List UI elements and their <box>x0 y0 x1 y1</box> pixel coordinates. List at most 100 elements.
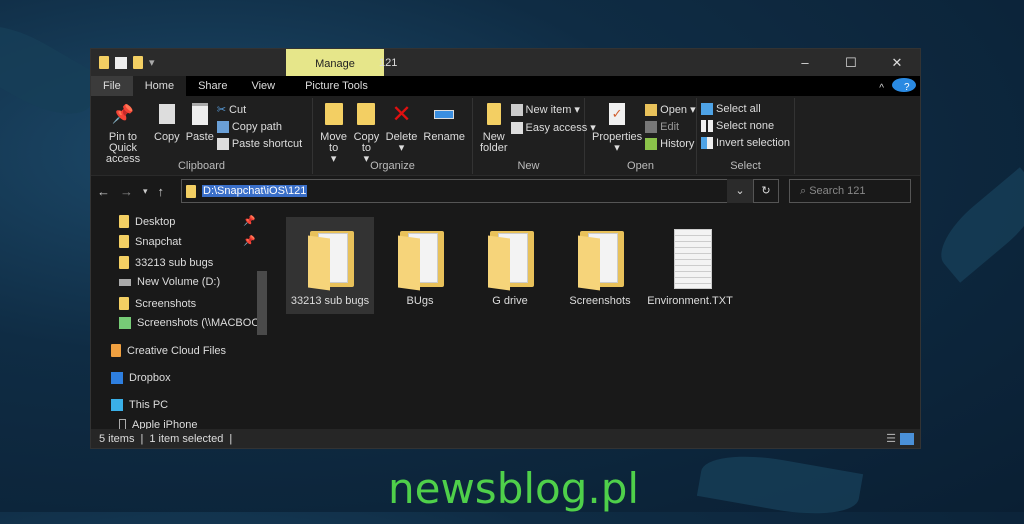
new-item-icon <box>510 103 523 116</box>
status-bar: 5 items | 1 item selected | ☰ <box>91 429 920 448</box>
copy-to-icon <box>355 102 377 126</box>
file-name: BUgs <box>406 295 434 307</box>
dropbox-icon <box>111 372 123 384</box>
sidebar-item[interactable]: New Volume (D:) <box>119 276 220 288</box>
search-input[interactable]: ⌕ Search 121 <box>789 179 911 203</box>
forward-button[interactable]: → <box>120 184 133 199</box>
select-none-button[interactable]: Select none <box>701 120 790 132</box>
file-item[interactable]: Environment.TXT <box>646 217 734 314</box>
cut-button[interactable]: ✂ Cut <box>216 103 302 117</box>
sidebar-scrollbar[interactable] <box>257 271 267 335</box>
copy-icon <box>156 102 178 126</box>
new-folder-icon[interactable] <box>133 56 143 69</box>
folder-icon <box>574 227 626 291</box>
pin-icon: 📌 <box>243 236 256 247</box>
open-group: ✓ Properties ▾ Open ▾ Edit History Open <box>585 98 697 174</box>
open-icon <box>645 103 658 116</box>
paste-shortcut-button[interactable]: Paste shortcut <box>216 138 302 150</box>
properties-check-icon: ✓ <box>606 102 628 126</box>
sidebar-item[interactable]: Creative Cloud Files <box>111 344 226 357</box>
network-drive-icon <box>119 317 131 329</box>
navigation-pane: Desktop 📌 Snapchat 📌 33213 sub bugs New … <box>91 209 271 431</box>
ribbon: 📌 Pin to Quick access Copy Paste ✂ Cut Cop… <box>91 96 920 176</box>
tab-file[interactable]: File <box>91 76 133 96</box>
sidebar-item[interactable]: 33213 sub bugs <box>119 256 213 269</box>
details-view-button[interactable]: ☰ <box>886 432 896 445</box>
title-bar: ▾ Manage 121 – ☐ ✕ <box>91 49 920 76</box>
text-file-icon <box>664 227 716 291</box>
new-item-button[interactable]: New item ▾ <box>510 103 596 116</box>
pin-icon: 📌 <box>111 103 135 124</box>
close-button[interactable]: ✕ <box>874 49 920 76</box>
history-button[interactable]: History <box>645 138 695 150</box>
refresh-button[interactable]: ↻ <box>753 179 779 203</box>
scissors-icon: ✂ <box>216 104 227 116</box>
large-icons-view-button[interactable] <box>900 432 914 445</box>
move-to-icon <box>323 102 345 126</box>
tab-view[interactable]: View <box>239 76 287 96</box>
file-explorer-window: ▾ Manage 121 – ☐ ✕ File Home Share View … <box>90 48 921 449</box>
sidebar-item[interactable]: Screenshots (\\MACBOOK <box>119 317 267 329</box>
select-group-label: Select <box>730 160 761 172</box>
clipboard-group: 📌 Pin to Quick access Copy Paste ✂ Cut Cop… <box>91 98 313 174</box>
minimize-button[interactable]: – <box>782 49 828 76</box>
item-count: 5 items <box>99 432 135 445</box>
file-name: G drive <box>492 295 528 307</box>
address-bar[interactable]: D:\Snapchat\iOS\121 <box>181 179 753 203</box>
address-dropdown-button[interactable]: ⌄ <box>727 179 753 203</box>
sidebar-item[interactable]: Desktop <box>119 215 175 228</box>
folder-icon <box>99 56 109 69</box>
select-group: Select all Select none Invert selection … <box>697 98 795 174</box>
paste-shortcut-icon <box>216 138 229 150</box>
clipboard-group-label: Clipboard <box>177 160 226 172</box>
creative-cloud-icon <box>111 344 121 357</box>
organize-group-label: Organize <box>370 160 415 172</box>
search-icon: ⌕ <box>800 185 810 197</box>
file-name: 33213 sub bugs <box>290 295 370 307</box>
drive-icon <box>119 278 131 286</box>
tab-picture-tools[interactable]: Picture Tools <box>293 76 380 96</box>
back-button[interactable]: ← <box>97 184 110 199</box>
help-icon[interactable]: ? <box>892 78 916 93</box>
delete-x-icon: ✕ <box>391 100 412 128</box>
pin-icon: 📌 <box>243 216 256 227</box>
open-button[interactable]: Open ▾ <box>645 103 696 116</box>
file-item[interactable]: G drive <box>466 217 554 314</box>
tab-share[interactable]: Share <box>186 76 239 96</box>
select-none-icon <box>701 120 713 132</box>
sidebar-item[interactable]: Snapchat <box>119 235 181 248</box>
address-path[interactable]: D:\Snapchat\iOS\121 <box>202 185 308 197</box>
file-item[interactable]: BUgs <box>376 217 464 314</box>
folder-icon <box>484 227 536 291</box>
new-group: New folder New item ▾ Easy access ▾ New <box>473 98 596 174</box>
organize-group: Move to ▾ Copy to ▾ ✕ Delete ▾ Rename Organi… <box>313 98 473 174</box>
history-icon <box>645 138 658 150</box>
select-all-button[interactable]: Select all <box>701 103 790 115</box>
customize-dropdown-icon[interactable]: ▾ <box>149 56 155 69</box>
file-name: Screenshots <box>569 295 631 307</box>
properties-icon[interactable] <box>115 56 127 69</box>
up-button[interactable]: ↑ <box>158 184 165 199</box>
quick-access-toolbar: ▾ <box>91 56 155 69</box>
tab-manage[interactable]: Manage <box>286 49 384 76</box>
select-all-icon <box>701 103 713 115</box>
ribbon-tabs: File Home Share View Picture Tools ^ ? <box>91 76 920 96</box>
file-item[interactable]: Screenshots <box>556 217 644 314</box>
recent-locations-button[interactable]: ▾ <box>143 186 148 197</box>
file-item[interactable]: 33213 sub bugs <box>286 217 374 314</box>
sidebar-item[interactable]: Dropbox <box>111 372 171 384</box>
copy-path-button[interactable]: Copy path <box>216 121 302 133</box>
window-title: 121 <box>379 57 398 69</box>
edit-button[interactable]: Edit <box>645 121 695 133</box>
paste-icon <box>189 102 211 126</box>
sidebar-item[interactable]: This PC <box>111 399 168 411</box>
folder-icon <box>394 227 446 291</box>
maximize-button[interactable]: ☐ <box>828 49 874 76</box>
folder-icon <box>304 227 356 291</box>
easy-access-button[interactable]: Easy access ▾ <box>510 121 596 134</box>
invert-selection-icon <box>701 137 713 149</box>
tab-home[interactable]: Home <box>132 76 187 96</box>
selected-count: 1 item selected <box>149 432 224 445</box>
invert-selection-button[interactable]: Invert selection <box>701 137 790 149</box>
sidebar-item[interactable]: Screenshots <box>119 297 196 310</box>
